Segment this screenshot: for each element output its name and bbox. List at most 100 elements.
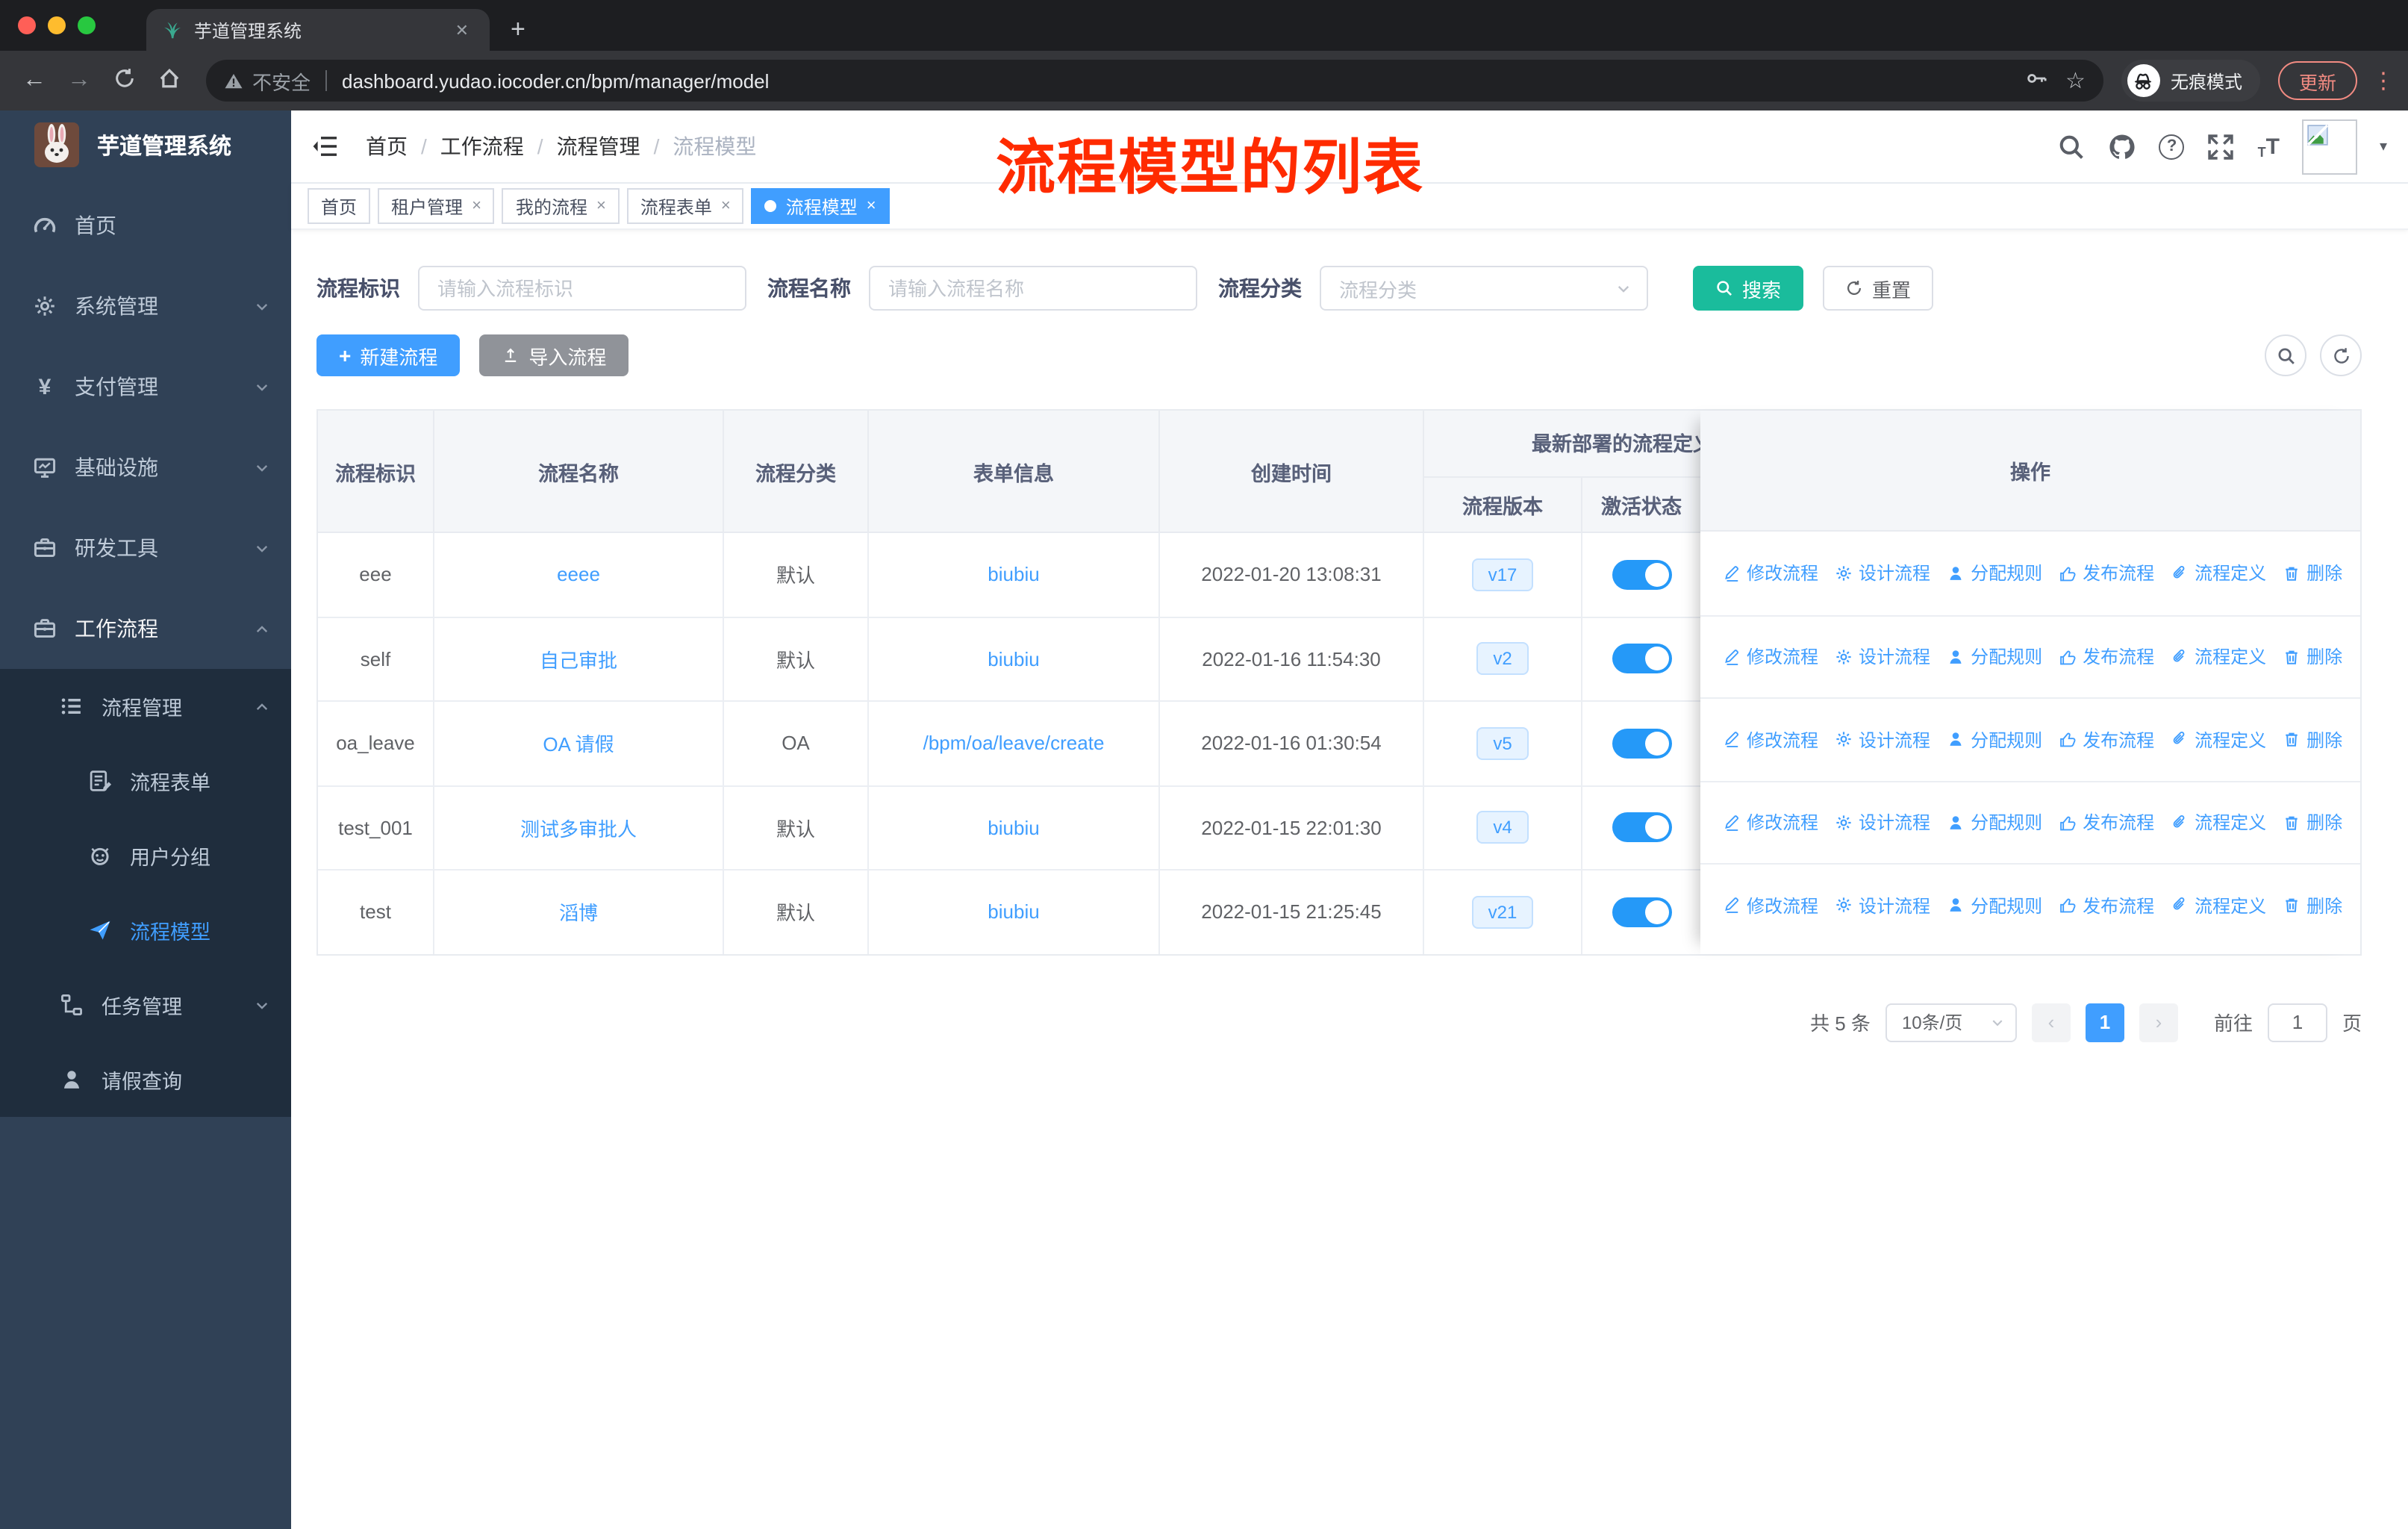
minimize-window-button[interactable] <box>48 16 66 34</box>
sidebar-item-task-management[interactable]: 任务管理 <box>0 968 291 1042</box>
action-publish-process[interactable]: 发布流程 <box>2059 893 2154 918</box>
browser-menu-icon[interactable]: ⋮ <box>2372 67 2395 94</box>
action-delete[interactable]: 删除 <box>2283 561 2342 586</box>
process-name-input[interactable] <box>869 266 1197 311</box>
action-process-definition[interactable]: 流程定义 <box>2171 810 2266 835</box>
sidebar-item-infrastructure[interactable]: 基础设施 <box>0 427 291 508</box>
search-button[interactable]: 搜索 <box>1693 266 1804 311</box>
tag-tenant-management[interactable]: 租户管理 × <box>378 188 495 224</box>
forward-button[interactable]: → <box>60 67 99 94</box>
action-process-definition[interactable]: 流程定义 <box>2171 561 2266 586</box>
process-name-link[interactable]: OA 请假 <box>543 729 614 758</box>
form-info-link[interactable]: biubiu <box>988 564 1039 586</box>
avatar-caret-icon[interactable]: ▾ <box>2380 138 2387 155</box>
action-assign-rule[interactable]: 分配规则 <box>1947 810 2042 835</box>
app-logo[interactable]: 芋道管理系统 <box>0 110 291 179</box>
sidebar-item-user-group[interactable]: 用户分组 <box>0 818 291 893</box>
action-design-process[interactable]: 设计流程 <box>1835 561 1930 586</box>
update-browser-button[interactable]: 更新 <box>2277 61 2357 100</box>
home-button[interactable] <box>149 67 188 94</box>
sidebar-item-dev-tools[interactable]: 研发工具 <box>0 508 291 588</box>
form-info-link[interactable]: biubiu <box>988 648 1039 670</box>
action-design-process[interactable]: 设计流程 <box>1835 810 1930 835</box>
next-page-button[interactable]: › <box>2139 1003 2178 1041</box>
category-select[interactable]: 流程分类 <box>1320 266 1648 311</box>
action-edit-process[interactable]: 修改流程 <box>1723 810 1818 835</box>
key-icon[interactable] <box>2025 67 2047 94</box>
tag-process-form[interactable]: 流程表单 × <box>626 188 744 224</box>
toggle-search-button[interactable] <box>2265 334 2306 376</box>
tag-process-model[interactable]: 流程模型 × <box>751 188 890 224</box>
action-assign-rule[interactable]: 分配规则 <box>1947 893 2042 918</box>
active-toggle[interactable] <box>1612 728 1671 759</box>
sidebar-item-process-management[interactable]: 流程管理 <box>0 669 291 744</box>
action-design-process[interactable]: 设计流程 <box>1835 727 1930 753</box>
breadcrumb-item[interactable]: 首页 <box>366 131 408 161</box>
action-process-definition[interactable]: 流程定义 <box>2171 893 2266 918</box>
action-delete[interactable]: 删除 <box>2283 810 2342 835</box>
import-process-button[interactable]: 导入流程 <box>479 334 629 376</box>
action-edit-process[interactable]: 修改流程 <box>1723 727 1818 753</box>
action-process-definition[interactable]: 流程定义 <box>2171 644 2266 670</box>
page-size-select[interactable]: 10条/页 <box>1885 1003 2017 1041</box>
fullscreen-icon[interactable] <box>2207 132 2236 161</box>
active-toggle[interactable] <box>1612 559 1671 590</box>
breadcrumb-item[interactable]: 流程管理 <box>557 131 640 161</box>
action-design-process[interactable]: 设计流程 <box>1835 644 1930 670</box>
version-badge[interactable]: v5 <box>1476 726 1529 760</box>
search-icon[interactable] <box>2058 132 2086 161</box>
sidebar-item-system[interactable]: 系统管理 <box>0 266 291 346</box>
breadcrumb-item[interactable]: 工作流程 <box>440 131 524 161</box>
action-edit-process[interactable]: 修改流程 <box>1723 561 1818 586</box>
font-size-icon[interactable]: TT <box>2258 134 2280 159</box>
bookmark-star-icon[interactable]: ☆ <box>2065 67 2086 94</box>
process-name-link[interactable]: eeee <box>557 564 600 586</box>
version-badge[interactable]: v17 <box>1471 558 1534 591</box>
active-toggle[interactable] <box>1612 812 1671 843</box>
browser-tab[interactable]: 芋道管理系统 ✕ <box>146 9 490 51</box>
action-publish-process[interactable]: 发布流程 <box>2059 727 2154 753</box>
sidebar-item-workflow[interactable]: 工作流程 <box>0 588 291 669</box>
action-assign-rule[interactable]: 分配规则 <box>1947 561 2042 586</box>
tag-my-process[interactable]: 我的流程 × <box>502 188 620 224</box>
action-publish-process[interactable]: 发布流程 <box>2059 810 2154 835</box>
goto-page-input[interactable] <box>2267 1003 2327 1041</box>
tag-close-icon[interactable]: × <box>472 197 481 215</box>
action-delete[interactable]: 删除 <box>2283 644 2342 670</box>
action-edit-process[interactable]: 修改流程 <box>1723 893 1818 918</box>
action-publish-process[interactable]: 发布流程 <box>2059 644 2154 670</box>
form-info-link[interactable]: biubiu <box>988 817 1039 839</box>
process-name-link[interactable]: 滔博 <box>559 898 598 927</box>
active-toggle[interactable] <box>1612 644 1671 674</box>
action-edit-process[interactable]: 修改流程 <box>1723 644 1818 670</box>
sidebar-item-process-form[interactable]: 流程表单 <box>0 744 291 818</box>
active-toggle[interactable] <box>1612 897 1671 927</box>
process-key-input[interactable] <box>418 266 746 311</box>
tab-close-icon[interactable]: ✕ <box>449 17 475 43</box>
action-delete[interactable]: 删除 <box>2283 727 2342 753</box>
form-info-link[interactable]: /bpm/oa/leave/create <box>923 732 1105 755</box>
prev-page-button[interactable]: ‹ <box>2031 1003 2071 1041</box>
reload-button[interactable] <box>105 67 143 94</box>
sidebar-item-leave-query[interactable]: 请假查询 <box>0 1042 291 1117</box>
action-assign-rule[interactable]: 分配规则 <box>1947 727 2042 753</box>
version-badge[interactable]: v4 <box>1476 811 1529 844</box>
tag-close-icon[interactable]: × <box>721 197 731 215</box>
sidebar-item-process-model[interactable]: 流程模型 <box>0 893 291 968</box>
process-name-link[interactable]: 自己审批 <box>540 645 617 673</box>
close-window-button[interactable] <box>18 16 36 34</box>
new-tab-button[interactable]: + <box>511 15 525 45</box>
refresh-table-button[interactable] <box>2320 334 2362 376</box>
form-info-link[interactable]: biubiu <box>988 901 1039 924</box>
tag-close-icon[interactable]: × <box>596 197 606 215</box>
collapse-menu-icon[interactable] <box>312 133 339 160</box>
create-process-button[interactable]: + 新建流程 <box>316 334 461 376</box>
help-icon[interactable]: ? <box>2159 134 2185 159</box>
address-bar[interactable]: 不安全 dashboard.yudao.iocoder.cn/bpm/manag… <box>206 60 2103 102</box>
action-design-process[interactable]: 设计流程 <box>1835 893 1930 918</box>
sidebar-item-payment[interactable]: ¥ 支付管理 <box>0 346 291 427</box>
url-text[interactable]: dashboard.yudao.iocoder.cn/bpm/manager/m… <box>342 69 2007 92</box>
sidebar-item-home[interactable]: 首页 <box>0 185 291 266</box>
github-icon[interactable] <box>2109 132 2137 161</box>
process-name-link[interactable]: 测试多审批人 <box>520 814 637 842</box>
